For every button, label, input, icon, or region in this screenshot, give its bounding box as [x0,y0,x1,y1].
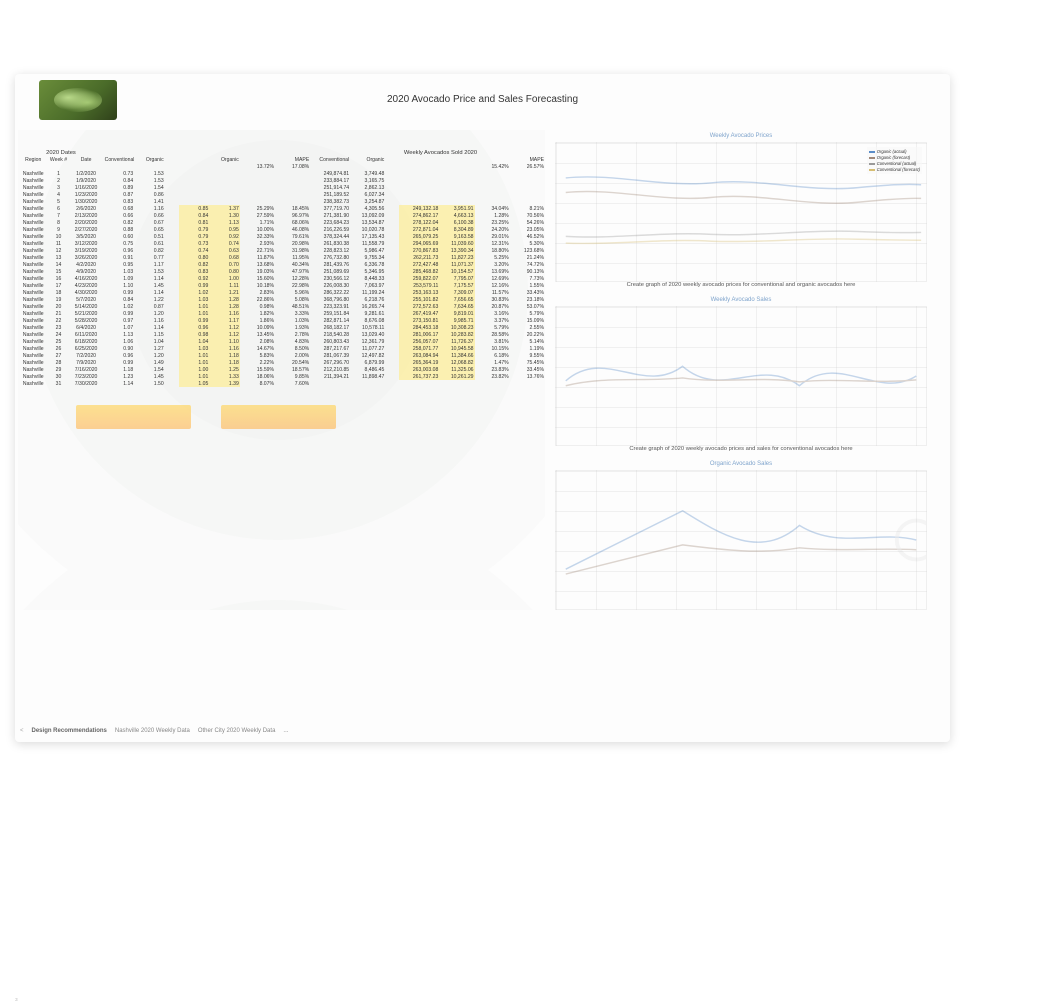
tab-more[interactable]: ... [283,728,288,734]
content-area: 2020 Dates Weekly Avocados Sold 2020 [15,124,950,613]
col-week: Week # [49,156,69,163]
col-mape-sales: MAPE [510,156,545,163]
chart-prices-note: Create graph of 2020 weekly avocado pric… [551,282,931,288]
avocado-logo [39,80,117,120]
forecast-table: Region Week # Date Conventional Organic … [18,156,545,387]
table-row: Nashville317/30/20201.141.501.051.398.07… [18,380,545,387]
table-row: Nashville31/16/20200.891.54251,914.742,8… [18,184,545,191]
page-number: 3 [15,998,18,1003]
table-row: Nashville266/25/20200.901.271.031.1614.6… [18,345,545,352]
table-row: Nashville123/19/20200.960.820.740.6322.7… [18,247,545,254]
page-root: 2020 Avocado Price and Sales Forecasting… [0,0,1062,1006]
chart-sales-plot [556,307,926,445]
chart-sales-title: Weekly Avocado Sales [556,297,926,303]
table-row: Nashville205/14/20201.020.871.011.280.98… [18,303,545,310]
table-row: Nashville195/7/20200.841.221.031.2822.86… [18,296,545,303]
chart-sales-note: Create graph of 2020 weekly avocado pric… [551,446,931,452]
forecast-preset-sales[interactable] [221,405,336,429]
col-mape-price: MAPE [275,156,310,163]
table-row: Nashville154/9/20201.031.530.830.8019.03… [18,268,545,275]
summary-sconv-pct: 15.42% [475,163,510,170]
summary-conv-pct: 13.72% [240,163,275,170]
table-row: Nashville21/9/20200.841.53233,884.173,16… [18,177,545,184]
chart-organic-group: Organic Avocado Sales [551,470,931,610]
dates-header: 2020 Dates [18,150,104,156]
weekly-header: Weekly Avocados Sold 2020 [336,150,545,156]
table-row: Nashville51/30/20200.831.41238,382.733,2… [18,198,545,205]
page-title: 2020 Avocado Price and Sales Forecasting [15,74,950,105]
table-row: Nashville133/26/20200.910.770.800.6811.8… [18,254,545,261]
table-row: Nashville287/9/20200.991.491.011.182.22%… [18,359,545,366]
table-row: Nashville256/18/20201.061.041.041.102.08… [18,338,545,345]
forecast-preset-price[interactable] [76,405,191,429]
col-organic-fc-lbl: Organic [209,156,240,163]
chart-sales: Weekly Avocado Sales [555,306,927,446]
chart-prices-title: Weekly Avocado Prices [556,133,926,139]
title-block: 2020 Avocado Price and Sales Forecasting [15,74,950,124]
col-conventional-sales: Conventional [310,156,350,163]
charts-column: Weekly Avocado Prices Organic (actual) O… [551,130,931,610]
table-row: Nashville92/27/20200.880.650.790.9510.00… [18,226,545,233]
tab-design-recs[interactable]: Design Recommendations [32,728,107,734]
forecast-preset-row [18,405,545,429]
table-row: Nashville11/2/20200.731.53249,874.813,74… [18,170,545,177]
table-row: Nashville103/5/20200.600.510.790.9232.33… [18,233,545,240]
table-row: Nashville184/30/20200.991.141.021.212.83… [18,289,545,296]
table-row: Nashville41/23/20200.870.86251,189.526,0… [18,191,545,198]
col-conventional-price: Conventional [104,156,135,163]
chart-org-title: Organic Avocado Sales [556,461,926,467]
data-table-area: 2020 Dates Weekly Avocados Sold 2020 [18,130,545,610]
table-row: Nashville307/23/20201.231.451.011.3318.0… [18,373,545,380]
table-row: Nashville297/16/20201.181.541.001.2515.5… [18,366,545,373]
chart-organic: Organic Avocado Sales [555,470,927,610]
table-row: Nashville113/12/20200.750.610.730.742.93… [18,240,545,247]
table-row: Nashville82/20/20200.820.670.811.131.71%… [18,219,545,226]
summary-org-pct: 17.08% [275,163,310,170]
chart-sales-group: Weekly Avocado Sales Create graph of 202… [551,306,931,454]
chart-prices-legend: Organic (actual) Organic (forecast) Conv… [867,147,922,174]
tab-prev-icon[interactable]: < [20,728,24,734]
tab-other-city[interactable]: Other City 2020 Weekly Data [198,728,276,734]
table-header-row: Region Week # Date Conventional Organic … [18,156,545,163]
sheet-tabs[interactable]: < Design Recommendations Nashville 2020 … [20,728,288,734]
tab-nashville[interactable]: Nashville 2020 Weekly Data [115,728,190,734]
col-date: Date [68,156,103,163]
table-row: Nashville277/2/20200.961.201.011.185.83%… [18,352,545,359]
col-organic-sales: Organic [350,156,385,163]
chart-prices-group: Weekly Avocado Prices Organic (actual) O… [551,142,931,290]
table-row: Nashville72/13/20200.660.660.841.3027.59… [18,212,545,219]
table-row: Nashville225/28/20200.971.160.991.171.86… [18,317,545,324]
section-header-row: 2020 Dates Weekly Avocados Sold 2020 [18,150,545,156]
chart-prices: Weekly Avocado Prices Organic (actual) O… [555,142,927,282]
table-row: Nashville164/16/20201.091.140.921.0015.6… [18,275,545,282]
table-row: Nashville215/21/20200.991.201.011.161.82… [18,310,545,317]
table-row: Nashville144/2/20200.951.170.820.7013.68… [18,261,545,268]
table-row: Nashville246/11/20201.131.150.981.1213.4… [18,331,545,338]
table-row: Nashville236/4/20201.071.140.961.1210.09… [18,324,545,331]
col-organic-price: Organic [134,156,165,163]
table-summary-row: 13.72% 17.08% 15.42% 26.57% [18,163,545,170]
chart-organic-plot [556,471,926,609]
col-region: Region [18,156,49,163]
table-row: Nashville62/6/20200.681.160.851.3725.29%… [18,205,545,212]
worksheet-card: 2020 Avocado Price and Sales Forecasting… [15,74,950,742]
table-row: Nashville174/23/20201.101.450.991.1110.1… [18,282,545,289]
summary-sorg-pct: 26.57% [510,163,545,170]
